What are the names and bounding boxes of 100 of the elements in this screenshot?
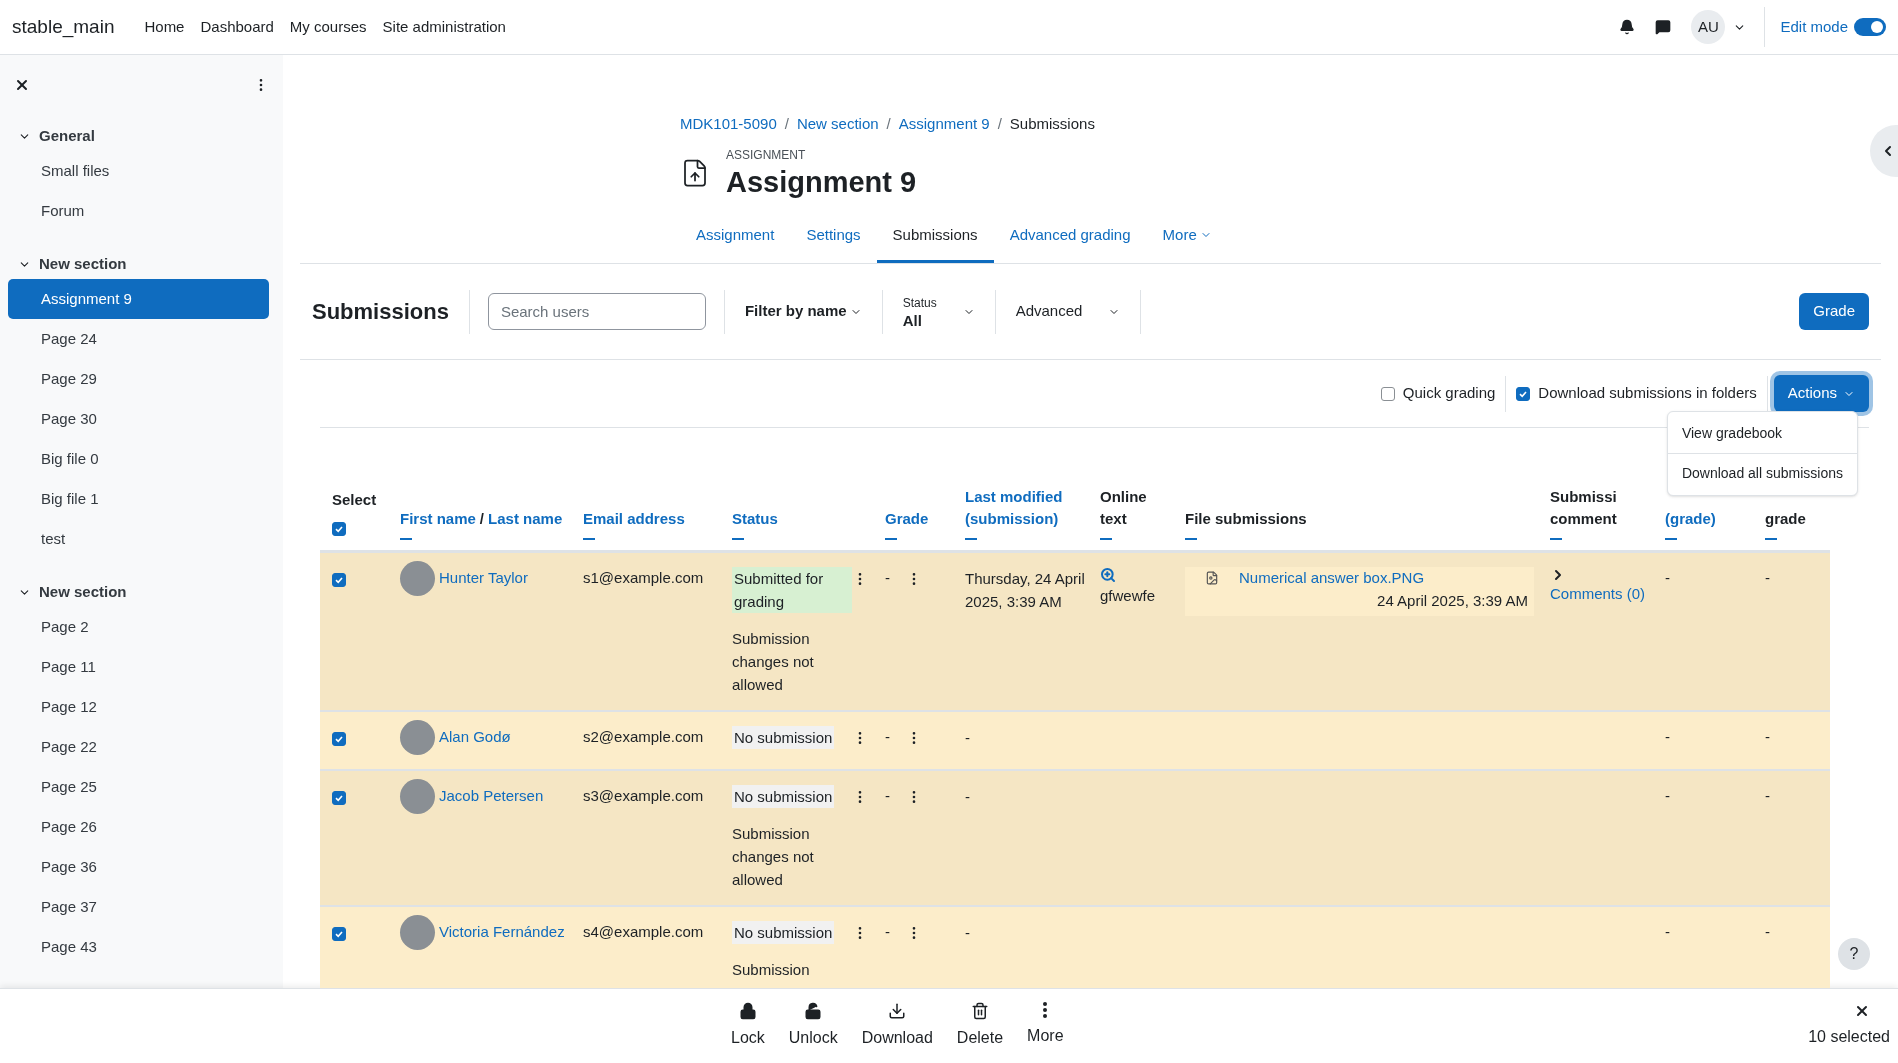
close-icon[interactable] xyxy=(1854,1003,1870,1019)
menu-item[interactable]: Download all submissions xyxy=(1667,453,1857,493)
status-badge: No submission xyxy=(732,921,835,944)
sort-link[interactable]: Last name xyxy=(488,507,563,530)
menu-item[interactable]: View gradebook xyxy=(1667,414,1857,453)
section-title[interactable]: New section xyxy=(39,252,127,276)
avatar xyxy=(400,720,435,755)
sort-link[interactable]: Grade xyxy=(885,508,929,530)
status-badge: No submission xyxy=(732,726,835,749)
checkbox[interactable] xyxy=(1380,386,1395,401)
sidebar-item[interactable]: Page 29 xyxy=(8,359,269,399)
checkbox[interactable] xyxy=(1516,386,1531,401)
user-avatar[interactable]: AU xyxy=(1691,10,1726,44)
drawer-toggle-button[interactable] xyxy=(1870,125,1898,177)
row-checkbox[interactable] xyxy=(332,573,346,587)
section-title[interactable]: New section xyxy=(39,580,127,604)
filter-dropdown[interactable]: Filter by name xyxy=(724,289,883,334)
table-cell: - xyxy=(1765,569,1770,586)
tab[interactable]: Submissions xyxy=(876,219,994,263)
sidebar-item[interactable]: test xyxy=(8,519,269,559)
sidebar-item[interactable]: Page 2 xyxy=(8,607,269,647)
table-cell-text: - xyxy=(885,922,890,942)
site-name[interactable]: stable_main xyxy=(12,12,115,42)
sidebar-item[interactable]: Page 36 xyxy=(8,847,269,887)
row-checkbox[interactable] xyxy=(332,732,346,746)
edit-mode-switch[interactable] xyxy=(1854,18,1886,36)
tab[interactable]: Assignment xyxy=(680,219,791,263)
comments-link[interactable]: Comments (0) xyxy=(1550,583,1646,606)
help-button[interactable]: ? xyxy=(1838,938,1870,970)
status-badge: Submitted for grading xyxy=(732,567,852,613)
sidebar-item[interactable]: Page 30 xyxy=(8,399,269,439)
grade-button[interactable]: Grade xyxy=(1799,293,1869,330)
sidebar-item[interactable]: Page 11 xyxy=(8,647,269,687)
breadcrumb-separator: / xyxy=(886,114,891,134)
table-cell: Thursday, 24 April 2025, 3:39 AM xyxy=(965,570,1085,610)
status-note: Submission changes not allowed xyxy=(732,629,815,695)
table-cell-text: - xyxy=(885,786,890,806)
checkmark-icon xyxy=(334,575,344,585)
sidebar-item[interactable]: Page 22 xyxy=(8,727,269,767)
row-checkbox[interactable] xyxy=(332,791,346,805)
avatar xyxy=(400,779,435,814)
user-link[interactable]: Victoria Fernández xyxy=(439,921,565,944)
sidebar-item[interactable]: Assignment 9 xyxy=(8,279,269,319)
breadcrumb-link[interactable]: Assignment 9 xyxy=(898,113,990,136)
user-link[interactable]: Jacob Petersen xyxy=(439,785,544,808)
trash-icon xyxy=(971,1002,989,1020)
edit-mode-label: Edit mode xyxy=(1780,16,1848,37)
sidebar-item[interactable]: Big file 0 xyxy=(8,439,269,479)
column-header: grade xyxy=(1765,509,1806,529)
sort-link[interactable]: Last modified (submission) xyxy=(965,486,1086,530)
row-checkbox[interactable] xyxy=(332,927,346,941)
kebab-icon xyxy=(1043,1002,1048,1018)
advanced-dropdown[interactable]: Advanced xyxy=(995,289,1142,334)
actions-button[interactable]: Actions xyxy=(1773,375,1869,412)
checkmark-icon xyxy=(334,734,344,744)
sort-link[interactable]: Status xyxy=(732,508,778,530)
breadcrumb-link[interactable]: New section xyxy=(796,113,879,136)
search-field[interactable]: Search users xyxy=(487,293,706,330)
tab[interactable]: More xyxy=(1146,219,1228,263)
breadcrumb-link[interactable]: MDK101-5090 xyxy=(680,113,777,136)
file-link[interactable]: Numerical answer box.PNG xyxy=(1239,567,1425,590)
zoom-icon[interactable] xyxy=(1100,567,1116,583)
sidebar-item[interactable]: Small files xyxy=(8,151,269,191)
bulk-action-button[interactable]: Lock xyxy=(725,1002,771,1050)
bulk-action-button[interactable]: More xyxy=(1021,1002,1070,1050)
table-cell: - xyxy=(1665,728,1670,745)
sort-link[interactable]: First name xyxy=(400,507,476,530)
user-link[interactable]: Alan Godø xyxy=(439,726,511,749)
nav-link[interactable]: Site administration xyxy=(382,15,506,39)
user-link[interactable]: Hunter Taylor xyxy=(439,567,528,590)
nav-link[interactable]: My courses xyxy=(289,15,367,39)
section-title[interactable]: General xyxy=(39,124,95,148)
bulk-action-button[interactable]: Download xyxy=(855,1002,939,1050)
nav-link[interactable]: Dashboard xyxy=(200,15,274,39)
checkbox-label: Download submissions in folders xyxy=(1538,383,1757,404)
sidebar-item[interactable]: Page 26 xyxy=(8,807,269,847)
column-header: File submissions xyxy=(1185,509,1307,529)
sidebar-item[interactable]: Forum xyxy=(8,191,269,231)
column-header: Submissi comment xyxy=(1550,487,1618,529)
message-icon[interactable] xyxy=(1655,19,1672,35)
sidebar-item[interactable]: Big file 1 xyxy=(8,479,269,519)
nav-link[interactable]: Home xyxy=(144,15,185,39)
close-icon[interactable] xyxy=(14,77,30,93)
sidebar-item[interactable]: Page 43 xyxy=(8,927,269,967)
tab[interactable]: Advanced grading xyxy=(993,219,1147,263)
tab[interactable]: Settings xyxy=(790,219,877,263)
sidebar-item[interactable]: Page 37 xyxy=(8,887,269,927)
select-all-checkbox[interactable] xyxy=(332,521,346,536)
breadcrumb-separator: / xyxy=(997,114,1002,134)
sidebar-item[interactable]: Page 24 xyxy=(8,319,269,359)
bulk-action-button[interactable]: Delete xyxy=(950,1002,1010,1050)
notification-bell-icon[interactable] xyxy=(1619,19,1636,35)
sidebar-item[interactable]: Page 12 xyxy=(8,687,269,727)
sort-link[interactable]: Email address xyxy=(583,508,685,530)
column-header: Select xyxy=(332,490,377,510)
bulk-action-button[interactable]: Unlock xyxy=(782,1002,844,1050)
unlock-icon xyxy=(804,1002,823,1020)
sort-link[interactable]: (grade) xyxy=(1665,508,1716,530)
status-filter-dropdown[interactable]: Status All xyxy=(882,289,996,334)
sidebar-item[interactable]: Page 25 xyxy=(8,767,269,807)
